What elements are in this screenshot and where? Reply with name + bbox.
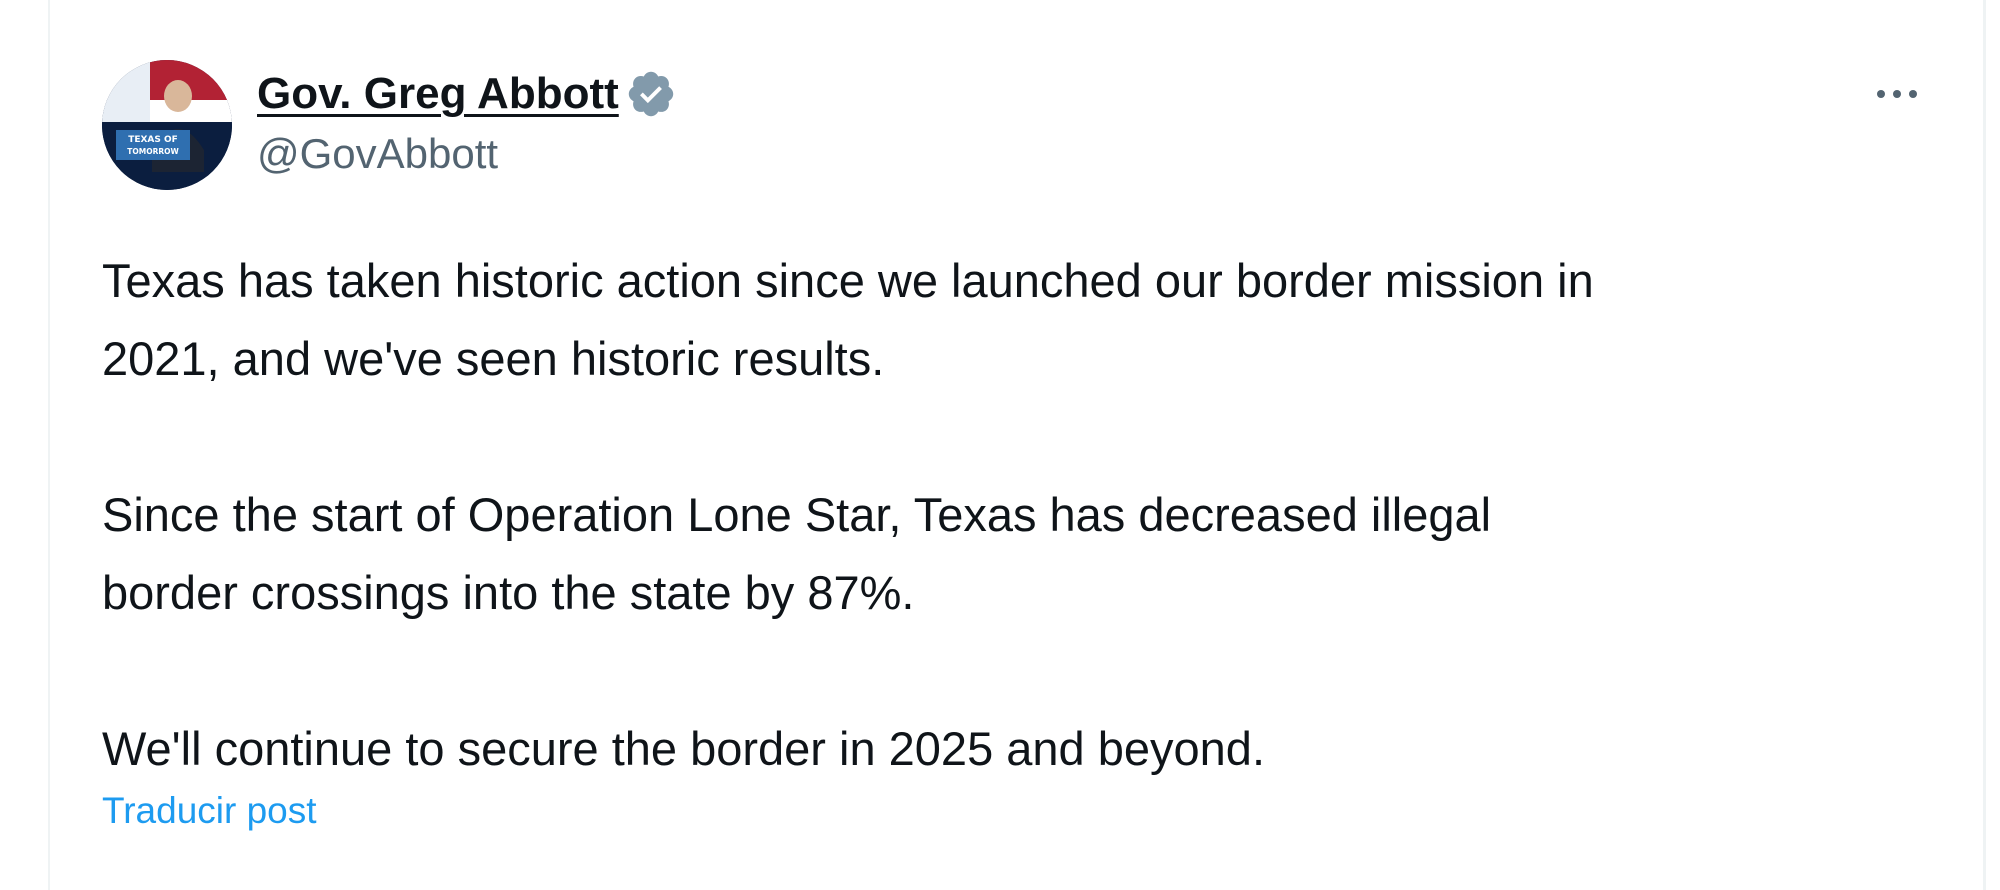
- card-left-border: [48, 0, 50, 890]
- card-right-border: [1983, 0, 1986, 890]
- avatar-image: TEXAS OF TOMORROW: [102, 60, 232, 190]
- tweet-paragraph: Since the start of Operation Lone Star, …: [102, 488, 1492, 619]
- verified-badge-icon[interactable]: [625, 68, 677, 120]
- more-options-button[interactable]: [1868, 72, 1926, 116]
- svg-text:TOMORROW: TOMORROW: [127, 147, 179, 156]
- tweet-text: Texas has taken historic action since we…: [102, 242, 1962, 788]
- translate-post-link[interactable]: Traducir post: [102, 790, 317, 832]
- more-options-icon: [1877, 90, 1917, 98]
- avatar[interactable]: TEXAS OF TOMORROW: [102, 60, 232, 190]
- tweet-card: TEXAS OF TOMORROW Gov. Greg Abbott @GovA…: [0, 0, 2000, 890]
- author-display-name[interactable]: Gov. Greg Abbott: [257, 69, 619, 119]
- svg-text:TEXAS OF: TEXAS OF: [128, 135, 178, 145]
- tweet-paragraph: We'll continue to secure the border in 2…: [102, 722, 1265, 775]
- tweet-paragraph: Texas has taken historic action since we…: [102, 254, 1594, 385]
- author-handle[interactable]: @GovAbbott: [257, 130, 498, 178]
- author-name-row: Gov. Greg Abbott: [257, 66, 677, 122]
